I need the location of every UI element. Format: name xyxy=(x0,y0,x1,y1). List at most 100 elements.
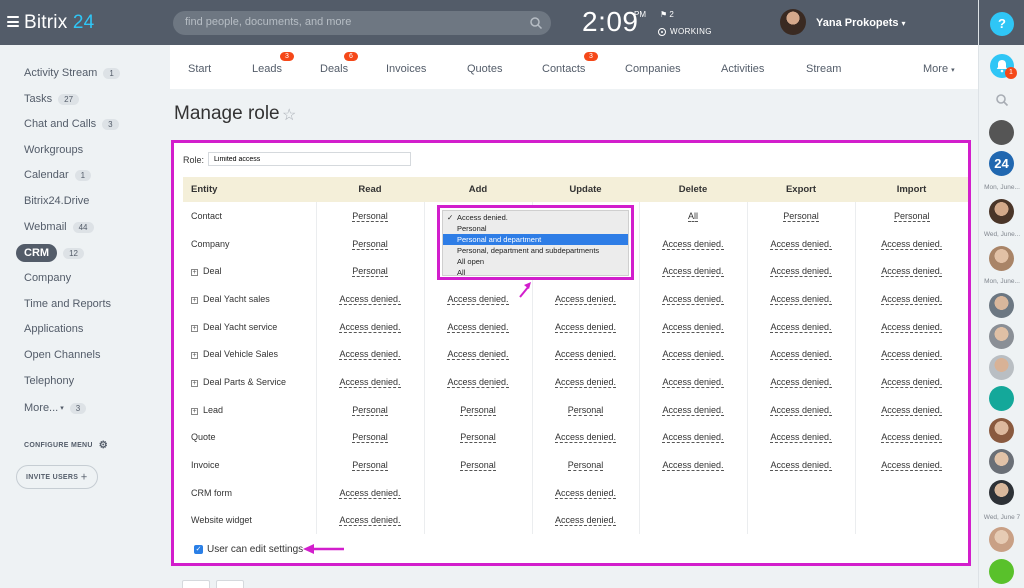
contact-avatar[interactable] xyxy=(989,293,1014,318)
rail-search-icon[interactable] xyxy=(995,93,1009,107)
tab-stream[interactable]: Stream xyxy=(806,63,841,75)
permission-value[interactable]: Access denied. xyxy=(554,376,617,388)
global-search[interactable] xyxy=(173,11,551,35)
permission-value[interactable]: Personal xyxy=(352,266,388,278)
permission-value[interactable]: Personal xyxy=(567,460,604,472)
permission-value[interactable]: Access denied. xyxy=(881,349,943,361)
permission-value[interactable]: Access denied. xyxy=(881,432,943,444)
configure-menu[interactable]: CONFIGURE MENU ⚙ xyxy=(24,440,108,451)
permission-value[interactable]: Personal xyxy=(352,210,388,222)
tab-quotes[interactable]: Quotes xyxy=(467,63,502,75)
permission-value[interactable]: Access denied. xyxy=(554,349,617,361)
permission-value[interactable]: Access denied. xyxy=(770,321,832,333)
contact-avatar[interactable] xyxy=(989,324,1014,349)
phone-icon[interactable] xyxy=(989,559,1014,584)
sidebar-item-workgroups[interactable]: Workgroups xyxy=(24,144,83,156)
permission-value[interactable]: Access denied. xyxy=(881,404,943,416)
permission-value[interactable]: Personal xyxy=(352,404,388,416)
role-name-input[interactable] xyxy=(208,152,411,166)
sidebar-item-calendar[interactable]: Calendar 1 xyxy=(24,169,92,181)
permission-value[interactable]: Access denied. xyxy=(447,293,509,305)
permission-value[interactable]: Access denied. xyxy=(447,321,509,333)
sidebar-item-more[interactable]: More... ▾ 3 xyxy=(24,402,87,414)
tab-contacts[interactable]: Contacts xyxy=(542,63,585,75)
dropdown-option[interactable]: Personal xyxy=(443,223,628,234)
permission-value[interactable]: Access denied. xyxy=(662,432,724,444)
tab-companies[interactable]: Companies xyxy=(625,63,681,75)
permission-value[interactable]: Personal xyxy=(460,404,496,416)
permission-value[interactable]: Access denied. xyxy=(662,266,724,278)
permission-value[interactable]: Access denied. xyxy=(662,404,724,416)
contact-avatar[interactable] xyxy=(989,418,1014,443)
permission-value[interactable]: Access denied. xyxy=(770,293,832,305)
permission-value[interactable]: Access denied. xyxy=(554,293,617,305)
permission-value[interactable]: Access denied. xyxy=(662,293,724,305)
work-status[interactable]: WORKING xyxy=(658,27,712,36)
tab-activities[interactable]: Activities xyxy=(721,63,764,75)
contact-avatar[interactable] xyxy=(989,199,1014,224)
permission-value[interactable]: Access denied. xyxy=(770,460,832,472)
sidebar-item-company[interactable]: Company xyxy=(24,272,71,284)
permission-value[interactable]: Personal xyxy=(783,210,819,222)
search-input[interactable] xyxy=(185,16,515,28)
permission-value[interactable]: Access denied. xyxy=(881,321,943,333)
permission-value[interactable]: Personal xyxy=(460,432,496,444)
contact-avatar[interactable] xyxy=(989,480,1014,505)
cancel-button[interactable] xyxy=(216,580,244,588)
sidebar-item-webmail[interactable]: Webmail 44 xyxy=(24,221,94,233)
expand-icon[interactable]: + xyxy=(191,407,198,415)
search-icon[interactable] xyxy=(529,16,543,30)
permission-value[interactable]: Personal xyxy=(352,460,388,472)
permission-value[interactable]: Access denied. xyxy=(662,321,724,333)
flag-counter[interactable]: ⚑ 2 xyxy=(660,10,674,19)
permission-value[interactable]: Access denied. xyxy=(447,376,509,388)
contact-avatar[interactable] xyxy=(989,120,1014,145)
permission-value[interactable]: Access denied. xyxy=(881,238,943,250)
bitrix24-chat-avatar[interactable]: 24 xyxy=(989,151,1014,176)
contact-avatar[interactable] xyxy=(989,355,1014,380)
permission-value[interactable]: Access denied. xyxy=(554,515,617,527)
permission-value[interactable]: Access denied. xyxy=(339,515,401,527)
expand-icon[interactable]: + xyxy=(191,379,198,387)
sidebar-item-drive[interactable]: Bitrix24.Drive xyxy=(24,195,89,207)
dropdown-option[interactable]: All xyxy=(443,267,628,278)
save-button[interactable] xyxy=(182,580,210,588)
tab-invoices[interactable]: Invoices xyxy=(386,63,426,75)
permission-value[interactable]: Access denied. xyxy=(881,460,943,472)
permission-value[interactable]: Access denied. xyxy=(770,404,832,416)
expand-icon[interactable]: + xyxy=(191,296,198,304)
permission-value[interactable]: Access denied. xyxy=(662,460,724,472)
clock-time[interactable]: 2:09 xyxy=(582,6,639,38)
permission-value[interactable]: Personal xyxy=(893,210,930,222)
permission-value[interactable]: Access denied. xyxy=(662,349,724,361)
contact-avatar[interactable] xyxy=(989,246,1014,271)
permission-value[interactable]: Personal xyxy=(352,238,388,250)
permission-value[interactable]: Access denied. xyxy=(881,376,943,388)
permission-value[interactable]: Access denied. xyxy=(770,349,832,361)
sidebar-item-chat-and-calls[interactable]: Chat and Calls 3 xyxy=(24,118,119,130)
user-menu[interactable]: Yana Prokopets ▾ xyxy=(816,17,906,29)
expand-icon[interactable]: + xyxy=(191,324,198,332)
permission-value[interactable]: Access denied. xyxy=(339,293,401,305)
permission-value[interactable]: Access denied. xyxy=(339,376,401,388)
permission-value[interactable]: Access denied. xyxy=(339,487,401,499)
tab-deals[interactable]: Deals xyxy=(320,63,348,75)
permission-value[interactable]: Access denied. xyxy=(339,321,401,333)
permission-value[interactable]: Personal xyxy=(460,460,496,472)
menu-icon[interactable] xyxy=(7,16,19,27)
permission-value[interactable]: Access denied. xyxy=(881,266,943,278)
permission-value[interactable]: Access denied. xyxy=(881,293,943,305)
app-logo[interactable]: Bitrix 24 xyxy=(24,12,94,34)
expand-icon[interactable]: + xyxy=(191,269,198,277)
permission-value[interactable]: Access denied. xyxy=(770,376,832,388)
dropdown-option[interactable]: Personal and department xyxy=(443,234,628,245)
permission-dropdown[interactable]: ✓ Access denied. Personal Personal and depa… xyxy=(442,210,629,278)
tab-leads[interactable]: Leads xyxy=(252,63,282,75)
sidebar-item-open-channels[interactable]: Open Channels xyxy=(24,349,100,361)
user-avatar[interactable] xyxy=(780,9,806,35)
sidebar-item-applications[interactable]: Applications xyxy=(24,323,83,335)
star-icon[interactable]: ☆ xyxy=(282,105,296,125)
permission-value[interactable]: Access denied. xyxy=(662,376,724,388)
sidebar-item-crm[interactable]: CRM 12 xyxy=(16,244,84,262)
sidebar-item-tasks[interactable]: Tasks 27 xyxy=(24,93,80,105)
